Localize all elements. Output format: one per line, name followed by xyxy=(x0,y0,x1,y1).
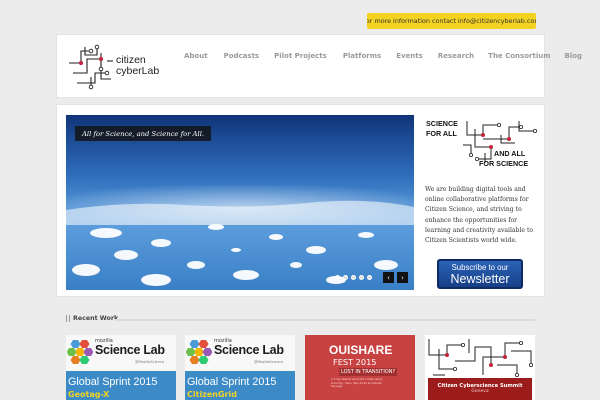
nav-events[interactable]: Events xyxy=(396,52,423,60)
summit-location: Geneva xyxy=(471,389,489,394)
slide-dot-3[interactable] xyxy=(351,275,356,280)
recent-item-citizengrid[interactable]: mozilla Science Lab @MozillaScience Glob… xyxy=(185,335,295,400)
sprint-title: Global Sprint 2015 xyxy=(68,376,158,388)
sprint-project: Geotag-X xyxy=(68,390,110,399)
top-bar: For more information contact info@citize… xyxy=(0,0,600,34)
divider xyxy=(114,319,535,321)
slide-dots xyxy=(335,275,372,280)
slide-caption: All for Science, and Science for All. xyxy=(75,126,212,141)
sprint-banner: Global Sprint 2015 Geotag-X xyxy=(66,371,176,400)
science-lab-title: Science Lab xyxy=(95,343,165,357)
chevron-right-icon: › xyxy=(401,273,404,282)
logo-text: citizen cyberLab xyxy=(116,55,159,77)
grip-icon xyxy=(66,315,70,322)
newsletter-subscribe-button[interactable]: Subscribe to our Newsletter xyxy=(437,259,523,289)
ouishare-fest: FEST 2015 xyxy=(333,357,377,367)
sprint-project: CitizenGrid xyxy=(187,390,237,399)
hero-section: All for Science, and Science for All. ‹ … xyxy=(56,104,545,297)
slide-dot-5[interactable] xyxy=(367,275,372,280)
logo-text-line2: cyberLab xyxy=(116,65,160,77)
contact-info-link[interactable]: For more information contact info@citize… xyxy=(367,13,536,29)
hexagon-logo-icon xyxy=(186,340,212,364)
newsletter-line1: Subscribe to our xyxy=(451,263,509,272)
main-nav: About Podcasts Pilot Projects Platforms … xyxy=(175,52,582,60)
mission-description: We are building digital tools and online… xyxy=(425,186,534,245)
twitter-handle: @MozillaScience xyxy=(135,360,165,364)
sprint-title: Global Sprint 2015 xyxy=(187,376,277,388)
science-lab-header: mozilla Science Lab @MozillaScience xyxy=(185,335,295,371)
slogan-line4: FOR SCIENCE xyxy=(479,159,529,168)
slogan-line1: SCIENCE xyxy=(426,119,458,128)
nav-pilot-projects[interactable]: Pilot Projects xyxy=(274,52,327,60)
nav-the-consortium[interactable]: The Consortium xyxy=(488,52,550,60)
nav-about[interactable]: About xyxy=(184,52,208,60)
nav-podcasts[interactable]: Podcasts xyxy=(224,52,260,60)
sprint-banner: Global Sprint 2015 CitizenGrid xyxy=(185,371,295,400)
newsletter-line2: Newsletter xyxy=(450,272,510,286)
image-slider[interactable]: All for Science, and Science for All. ‹ … xyxy=(66,115,414,290)
nav-research[interactable]: Research xyxy=(438,52,474,60)
slogan-line2: FOR ALL xyxy=(426,129,457,138)
recent-work-label: Recent Work xyxy=(73,315,119,322)
slogan-line3: AND ALL xyxy=(494,149,526,158)
science-lab-title: Science Lab xyxy=(214,343,284,357)
site-header: citizen cyberLab About Podcasts Pilot Pr… xyxy=(56,34,582,98)
slide-dot-2[interactable] xyxy=(343,275,348,280)
twitter-handle: @MozillaScience xyxy=(254,360,284,364)
recent-item-geotag-x[interactable]: mozilla Science Lab @MozillaScience Glob… xyxy=(66,335,176,400)
science-lab-header: mozilla Science Lab @MozillaScience xyxy=(66,335,176,371)
ouishare-title: OUISHARE xyxy=(329,343,393,357)
hexagon-logo-icon xyxy=(67,340,93,364)
nav-blog[interactable]: Blog xyxy=(565,52,583,60)
summit-banner: Citizen Cyberscience Summit Geneva xyxy=(428,378,532,400)
slide-dot-4[interactable] xyxy=(359,275,364,280)
citizen-cyberlab-logo[interactable]: citizen cyberLab xyxy=(67,43,167,91)
ouishare-details: A 3-day festival about the collaborative… xyxy=(331,378,383,388)
recent-item-ouishare-fest[interactable]: OUISHARE FEST 2015 LOST IN TRANSITION? A… xyxy=(305,335,415,400)
slide-dot-1[interactable] xyxy=(335,275,340,280)
prev-slide-button[interactable]: ‹ xyxy=(383,272,394,283)
circuit-graphic-icon xyxy=(428,339,534,378)
mission-panel: SCIENCE FOR ALL AND ALL FOR SCIENCE We a… xyxy=(425,117,540,292)
chevron-left-icon: ‹ xyxy=(387,273,390,282)
recent-work-title: Recent Work xyxy=(66,315,118,322)
recent-work-header: Recent Work xyxy=(56,313,545,326)
nav-platforms[interactable]: Platforms xyxy=(343,52,381,60)
sky-clouds-image xyxy=(66,115,414,290)
next-slide-button[interactable]: › xyxy=(397,272,408,283)
ouishare-tagline: LOST IN TRANSITION? xyxy=(339,368,398,376)
recent-item-cyberscience-summit[interactable]: Citizen Cyberscience Summit Geneva xyxy=(425,335,535,400)
